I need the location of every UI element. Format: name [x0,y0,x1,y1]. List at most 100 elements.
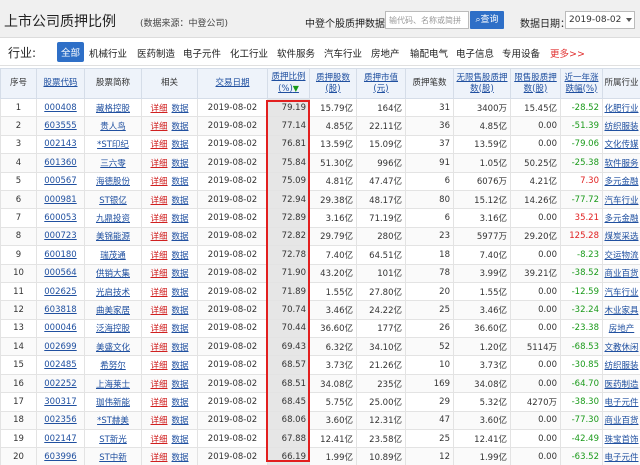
stock-name-link-text[interactable]: *ST赫美 [97,416,129,426]
stock-name-link[interactable]: 珈伟新能 [84,392,142,412]
detail-link[interactable]: 详细 [150,251,167,261]
stock-name-link-text[interactable]: 贵人鸟 [100,122,126,132]
stock-code-link[interactable]: 000564 [36,263,85,283]
stock-name-link-text[interactable]: 藏格控股 [96,104,130,114]
detail-link[interactable]: 详细 [150,214,167,224]
detail-link[interactable]: 详细 [150,159,167,169]
stock-name-link-text[interactable]: 美锦能源 [96,232,130,242]
detail-link[interactable]: 详细 [150,306,167,316]
stock-name-link[interactable]: 上海莱士 [84,373,142,394]
stock-name-link-text[interactable]: 瑞茂通 [100,251,126,261]
industry-link[interactable]: 文教休闲 [602,337,640,357]
stock-name-link-text[interactable]: *ST印纪 [97,140,129,150]
stock-name-link[interactable]: ST新光 [84,429,142,449]
stock-name-link-text[interactable]: 美盛文化 [96,343,130,353]
col-header-value[interactable]: 质押市值(元) [356,68,406,99]
industry-link[interactable]: 医药制造 [602,373,640,394]
stock-name-link[interactable]: ST中新 [84,447,142,465]
stock-code-link-text[interactable]: 000408 [44,103,76,113]
stock-name-link[interactable]: 泛海控股 [84,318,142,339]
data-link[interactable]: 数据 [172,453,189,463]
stock-code-link-text[interactable]: 000723 [44,231,76,241]
industry-tab[interactable]: 输配电气 [410,46,448,60]
stock-code-link[interactable]: 002143 [36,134,85,155]
detail-link[interactable]: 详细 [150,453,167,463]
stock-code-link-text[interactable]: 000564 [44,268,76,278]
search-button[interactable]: ⌕查询 [470,11,504,29]
industry-tab[interactable]: 医药制造 [137,46,175,60]
stock-code-link-text[interactable]: 603555 [44,121,76,131]
stock-code-link-text[interactable]: 603818 [44,305,76,315]
stock-code-link[interactable]: 000723 [36,226,85,247]
stock-code-link[interactable]: 603818 [36,300,85,320]
stock-name-link[interactable]: 美锦能源 [84,226,142,247]
data-link[interactable]: 数据 [172,416,189,426]
stock-code-link[interactable]: 002485 [36,355,85,375]
stock-name-link-text[interactable]: 曲美家居 [96,306,130,316]
data-link[interactable]: 数据 [172,361,189,371]
industry-link[interactable]: 房地产 [602,318,640,339]
stock-name-link[interactable]: *ST印纪 [84,134,142,155]
stock-name-link-text[interactable]: 上海莱士 [96,380,130,390]
industry-tab[interactable]: 电子信息 [456,46,494,60]
stock-name-link[interactable]: 海德股份 [84,171,142,191]
stock-name-link[interactable]: ST银亿 [84,189,142,210]
stock-code-link[interactable]: 002699 [36,337,85,357]
stock-code-link-text[interactable]: 002485 [44,360,76,370]
detail-link[interactable]: 详细 [150,288,167,298]
detail-link[interactable]: 详细 [150,269,167,279]
industry-link[interactable]: 汽车行业 [602,189,640,210]
detail-link[interactable]: 详细 [150,140,167,150]
stock-code-link-text[interactable]: 002356 [44,415,76,425]
detail-link[interactable]: 详细 [150,232,167,242]
col-header-ratio[interactable]: 质押比例(%)▼ [267,68,310,99]
stock-code-link-text[interactable]: 601360 [44,158,76,168]
industry-link[interactable]: 纺织服装 [602,355,640,375]
detail-link[interactable]: 详细 [150,361,167,371]
stock-name-link-text[interactable]: 供销大集 [96,269,130,279]
stock-name-link[interactable]: 藏格控股 [84,97,142,118]
industry-link[interactable]: 煤炭采选 [602,226,640,247]
stock-name-link-text[interactable]: 海德股份 [96,177,130,187]
col-header-restricted[interactable]: 限售股质押数(股) [510,68,561,99]
data-link[interactable]: 数据 [172,269,189,279]
stock-name-link[interactable]: 供销大集 [84,263,142,283]
detail-link[interactable]: 详细 [150,435,167,445]
stock-name-link-text[interactable]: 希努尔 [100,361,126,371]
stock-name-link-text[interactable]: 珈伟新能 [96,398,130,408]
stock-code-link[interactable]: 600053 [36,208,85,228]
industry-link[interactable]: 软件服务 [602,153,640,173]
stock-name-link[interactable]: 美盛文化 [84,337,142,357]
industry-tab[interactable]: 房地产 [371,46,400,60]
stock-name-link-text[interactable]: 三六零 [100,159,126,169]
stock-code-link-text[interactable]: 002147 [44,434,76,444]
stock-name-link-text[interactable]: 九鼎投资 [96,214,130,224]
industry-link[interactable]: 商业百货 [602,410,640,431]
industry-link[interactable]: 纺织服装 [602,116,640,136]
col-header-code[interactable]: 股票代码 [36,68,85,99]
data-link[interactable]: 数据 [172,104,189,114]
industry-link[interactable]: 化肥行业 [602,97,640,118]
detail-link[interactable]: 详细 [150,343,167,353]
industry-link[interactable]: 电子元件 [602,392,640,412]
stock-name-link-text[interactable]: ST银亿 [99,196,127,206]
stock-code-link[interactable]: 603996 [36,447,85,465]
stock-code-link[interactable]: 000046 [36,318,85,339]
detail-link[interactable]: 详细 [150,196,167,206]
detail-link[interactable]: 详细 [150,324,167,334]
industry-link[interactable]: 多元金融 [602,171,640,191]
industry-tab[interactable]: 软件服务 [277,46,315,60]
stock-code-link-text[interactable]: 600180 [44,250,76,260]
stock-name-link[interactable]: *ST赫美 [84,410,142,431]
stock-code-link-text[interactable]: 002625 [44,287,76,297]
industry-link[interactable]: 文化传媒 [602,134,640,155]
data-link[interactable]: 数据 [172,435,189,445]
col-header-shares[interactable]: 质押股数(股) [309,68,357,99]
stock-code-link[interactable]: 603555 [36,116,85,136]
industry-tab[interactable]: 机械行业 [89,46,127,60]
stock-code-link[interactable]: 002147 [36,429,85,449]
col-header-change[interactable]: 近一年涨跌幅(%) [560,68,603,99]
industry-tab[interactable]: 化工行业 [230,46,268,60]
industry-more-link[interactable]: 更多>> [550,46,585,60]
industry-tab[interactable]: 电子元件 [183,46,221,60]
